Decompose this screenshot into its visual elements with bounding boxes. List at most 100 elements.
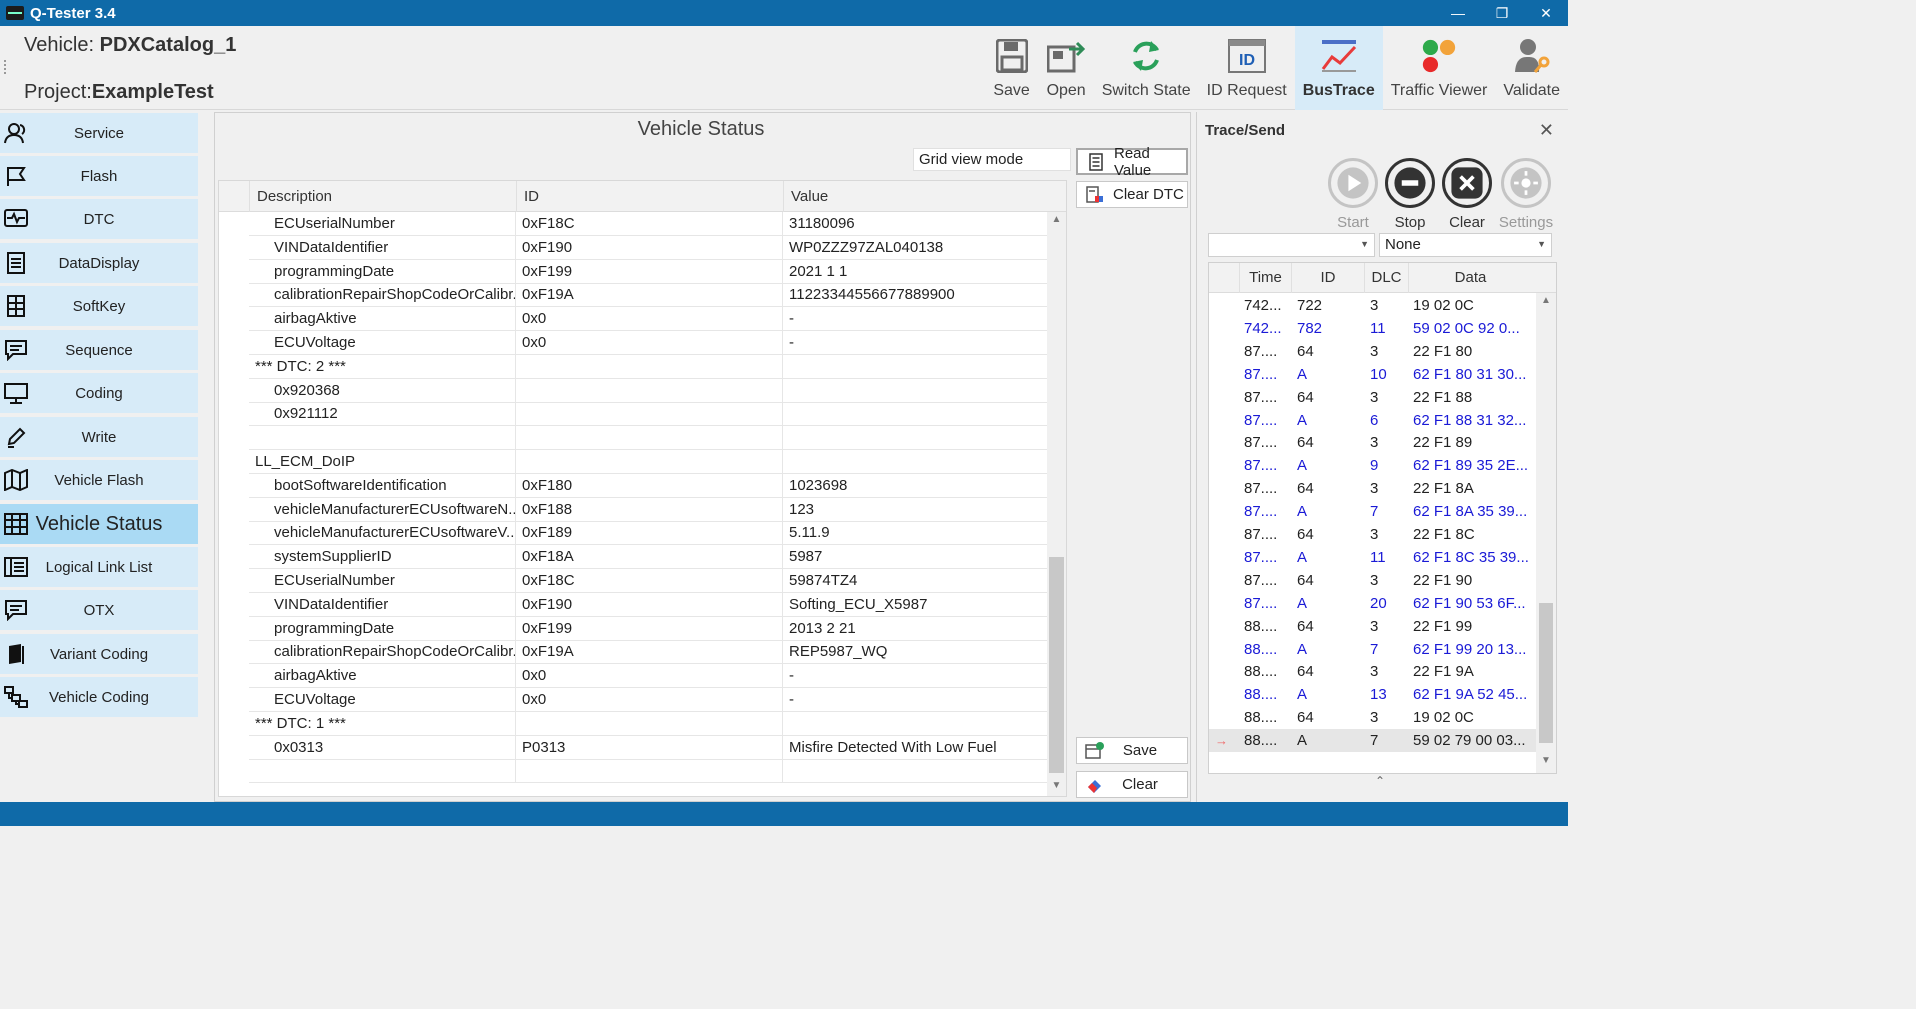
table-row[interactable]: programmingDate 0xF199 2021 1 1 (249, 259, 1049, 284)
column-header-description[interactable]: Description (249, 181, 516, 212)
validate-tool-button[interactable]: Validate (1495, 26, 1568, 110)
sidebar-item-vehicle-coding[interactable]: Vehicle Coding (0, 677, 198, 717)
column-header-id[interactable]: ID (1291, 263, 1364, 293)
table-row[interactable]: ECUVoltage 0x0- (249, 331, 1049, 355)
trace-row[interactable]: 87.... 64 3 22 F1 8A (1209, 477, 1537, 500)
trace-row[interactable]: 87.... 64 3 22 F1 88 (1209, 386, 1537, 409)
sidebar-item-logical-link-list[interactable]: Logical Link List (0, 547, 198, 587)
table-row[interactable]: *** DTC: 1 *** (249, 711, 1049, 736)
vertical-scrollbar[interactable]: ▲ ▼ (1047, 212, 1066, 796)
column-header-time[interactable]: Time (1239, 263, 1291, 293)
trace-row[interactable]: → 88.... A 7 59 02 79 00 03... (1209, 729, 1537, 753)
trace-row[interactable]: 88.... 64 3 22 F1 99 (1209, 615, 1537, 638)
table-row[interactable]: 0x920368 (249, 378, 1049, 403)
table-row[interactable]: 0x0313 P0313 Misfire Detected With Low Fue… (249, 735, 1049, 760)
trace-row[interactable]: 87.... A 9 62 F1 89 35 2E... (1209, 454, 1537, 477)
trace-start-button[interactable]: Start (1324, 158, 1382, 231)
cell-dlc: 7 (1370, 732, 1379, 750)
trace-settings-button[interactable]: Settings (1497, 158, 1555, 231)
restore-icon[interactable]: ❐ (1480, 0, 1524, 26)
sidebar-item-sequence[interactable]: Sequence (0, 330, 198, 370)
trace-stop-button[interactable]: Stop (1381, 158, 1439, 231)
column-header-value[interactable]: Value (783, 181, 1049, 212)
sidebar-item-vehicle-status[interactable]: Vehicle Status (0, 504, 198, 544)
trace-row[interactable]: 87.... A 6 62 F1 88 31 32... (1209, 409, 1537, 432)
scroll-thumb[interactable] (1539, 603, 1553, 743)
trace-row[interactable]: 87.... 64 3 22 F1 8C (1209, 523, 1537, 546)
trace-filter-left-select[interactable]: ▼ (1208, 233, 1375, 257)
sidebar-item-datadisplay[interactable]: DataDisplay (0, 243, 198, 283)
cell-dlc: 11 (1370, 548, 1386, 566)
table-row[interactable] (249, 426, 1049, 451)
trace-row[interactable]: 87.... A 20 62 F1 90 53 6F... (1209, 592, 1537, 615)
trace-row[interactable]: 742... 782 11 59 02 0C 92 0... (1209, 317, 1537, 340)
table-row[interactable]: vehicleManufacturerECUsoftwareN... 0xF188… (249, 497, 1049, 522)
trace-row[interactable]: 88.... 64 3 22 F1 9A (1209, 660, 1537, 683)
switch-state-tool-button[interactable]: Switch State (1094, 26, 1199, 110)
table-row[interactable]: 0x921112 (249, 402, 1049, 427)
table-row[interactable]: airbagAktive 0x0- (249, 307, 1049, 332)
trace-row[interactable]: 87.... 64 3 22 F1 90 (1209, 569, 1537, 592)
table-row[interactable]: ECUserialNumber 0xF18C 59874TZ4 (249, 569, 1049, 593)
sidebar-item-vehicle-flash[interactable]: Vehicle Flash (0, 460, 198, 500)
trace-row[interactable]: 88.... A 7 62 F1 99 20 13... (1209, 638, 1537, 661)
close-icon[interactable]: ✕ (1539, 120, 1554, 141)
trace-row[interactable]: 87.... A 7 62 F1 8A 35 39... (1209, 500, 1537, 523)
sidebar-item-variant-coding[interactable]: Variant Coding (0, 634, 198, 674)
table-row[interactable]: VINDataIdentifier 0xF190 WP0ZZZ97ZAL040138 (249, 235, 1049, 260)
close-window-icon[interactable]: ✕ (1524, 0, 1568, 26)
sidebar-item-flash[interactable]: Flash (0, 156, 198, 196)
table-row[interactable]: calibrationRepairShopCodeOrCalibr... 0xF1… (249, 283, 1049, 308)
table-row[interactable]: ECUVoltage 0x0- (249, 688, 1049, 712)
bustrace-tool-button[interactable]: BusTrace (1294, 26, 1383, 110)
save-button[interactable]: Save (1076, 737, 1188, 764)
trace-row[interactable]: 87.... A 10 62 F1 80 31 30... (1209, 363, 1537, 386)
table-row[interactable]: calibrationRepairShopCodeOrCalibr... 0xF1… (249, 640, 1049, 665)
sidebar-item-service[interactable]: Service (0, 113, 198, 153)
read-value-button[interactable]: Read Value (1076, 145, 1188, 179)
trace-clear-button[interactable]: Clear (1438, 158, 1496, 231)
sidebar-item-dtc[interactable]: DTC (0, 199, 198, 239)
id-request-tool-button[interactable]: ID ID Request (1199, 26, 1295, 110)
grip-handle[interactable] (4, 60, 7, 74)
clear-button[interactable]: Clear (1076, 771, 1188, 798)
scroll-down-icon[interactable]: ▼ (1047, 780, 1066, 791)
sidebar-item-otx[interactable]: OTX (0, 590, 198, 630)
traffic-viewer-tool-button[interactable]: Traffic Viewer (1383, 26, 1496, 110)
trace-row[interactable]: 742... 722 3 19 02 0C (1209, 294, 1537, 317)
trace-row[interactable]: 88.... 64 3 19 02 0C (1209, 706, 1537, 729)
table-row[interactable]: airbagAktive 0x0- (249, 664, 1049, 689)
cell-id: 0x0 (516, 307, 783, 332)
trace-row[interactable]: 88.... A 13 62 F1 9A 52 45... (1209, 683, 1537, 706)
scroll-up-icon[interactable]: ▲ (1536, 295, 1556, 306)
scroll-down-icon[interactable]: ▼ (1536, 755, 1556, 766)
column-header-dlc[interactable]: DLC (1364, 263, 1408, 293)
sidebar-item-write[interactable]: Write (0, 417, 198, 457)
table-row[interactable]: ECUserialNumber 0xF18C 31180096 (249, 212, 1049, 236)
view-mode-field[interactable]: Grid view mode (913, 148, 1071, 171)
table-row[interactable]: bootSoftwareIdentification 0xF180 1023698 (249, 473, 1049, 498)
table-row[interactable]: LL_ECM_DoIP (249, 450, 1049, 474)
scroll-thumb[interactable] (1049, 557, 1064, 773)
trace-row[interactable]: 87.... A 11 62 F1 8C 35 39... (1209, 546, 1537, 569)
trace-row[interactable]: 87.... 64 3 22 F1 80 (1209, 340, 1537, 363)
trace-filter-right-select[interactable]: None ▼ (1379, 233, 1552, 257)
expand-up-icon[interactable]: ⌃ (1375, 774, 1385, 788)
table-row[interactable]: systemSupplierID 0xF18A 5987 (249, 545, 1049, 570)
trace-vertical-scrollbar[interactable]: ▲ ▼ (1536, 293, 1556, 773)
table-row[interactable]: programmingDate 0xF199 2013 2 21 (249, 616, 1049, 641)
clear-dtc-button[interactable]: Clear DTC (1076, 181, 1188, 208)
open-tool-button[interactable]: Open (1039, 26, 1094, 110)
trace-row[interactable]: 87.... 64 3 22 F1 89 (1209, 431, 1537, 454)
scroll-up-icon[interactable]: ▲ (1047, 214, 1066, 225)
sidebar-item-softkey[interactable]: SoftKey (0, 286, 198, 326)
table-row[interactable]: *** DTC: 2 *** (249, 354, 1049, 379)
column-header-data[interactable]: Data (1408, 263, 1532, 293)
column-header-id[interactable]: ID (516, 181, 783, 212)
table-row[interactable] (249, 759, 1049, 784)
table-row[interactable]: VINDataIdentifier 0xF190 Softing_ECU_X5987 (249, 592, 1049, 617)
sidebar-item-coding[interactable]: Coding (0, 373, 198, 413)
minimize-icon[interactable]: — (1436, 0, 1480, 26)
table-row[interactable]: vehicleManufacturerECUsoftwareV... 0xF189… (249, 521, 1049, 546)
save-tool-button[interactable]: Save (985, 26, 1039, 110)
